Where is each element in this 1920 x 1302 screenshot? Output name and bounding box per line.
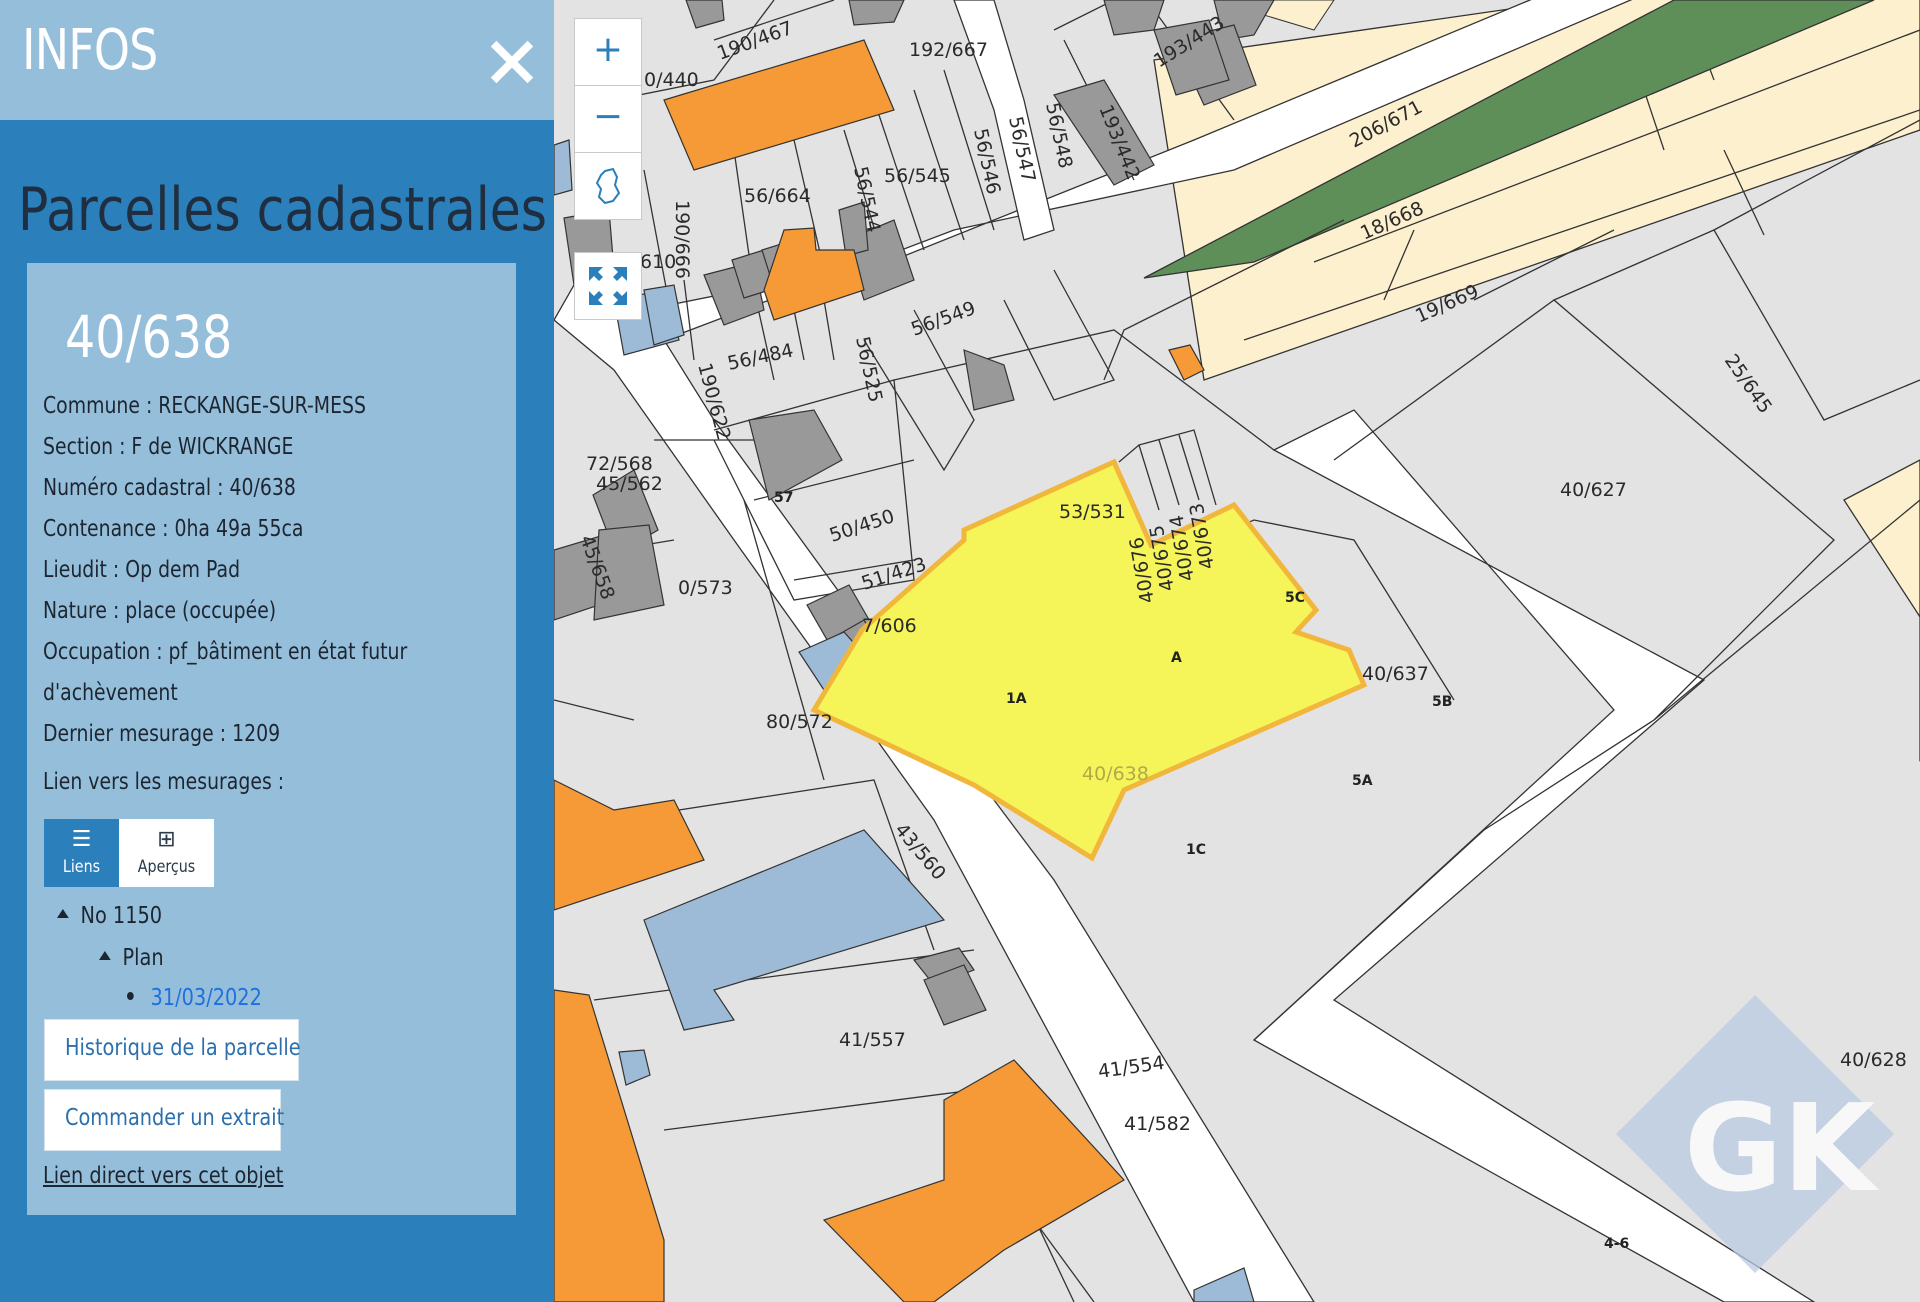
zoom-out-button[interactable]: − (574, 85, 642, 153)
attr-occupation: Occupation : pf_bâtiment en état futur (43, 639, 408, 665)
parcel-label: 40/628 (1840, 1049, 1907, 1071)
caret-up-icon (99, 951, 111, 960)
tab-apercus[interactable]: ⊞ Aperçus (119, 819, 214, 887)
attr-section: Section : F de WICKRANGE (43, 434, 294, 460)
parcel-label: 72/568 (586, 453, 653, 475)
parcel-label: 7/606 (862, 615, 917, 637)
parcel-label: 610 (640, 251, 676, 273)
parcel-label: 0/573 (678, 577, 733, 599)
house-number: 1C (1186, 842, 1206, 858)
attr-commune: Commune : RECKANGE-SUR-MESS (43, 393, 366, 419)
caret-up-icon (57, 909, 69, 918)
parcel-label: 45/562 (596, 473, 663, 495)
attr-nature: Nature : place (occupée) (43, 598, 277, 624)
close-icon[interactable] (484, 34, 540, 90)
tree-node-no1150[interactable]: No 1150 (57, 903, 162, 929)
tree-node-label: No 1150 (80, 903, 163, 929)
tab-apercus-label: Aperçus (137, 857, 196, 877)
attr-lieudit: Lieudit : Op dem Pad (43, 557, 241, 583)
fullscreen-icon (589, 267, 627, 305)
parcel-label: 53/531 (1059, 501, 1126, 523)
bullet-icon (127, 991, 134, 1000)
view-toggle: ☰ Liens ⊞ Aperçus (44, 819, 214, 887)
parcel-label: 0/440 (644, 69, 699, 91)
map-canvas[interactable]: 190/467 192/667 0/440 193/443 56/664 56/… (554, 0, 1920, 1302)
watermark-text: GK (1684, 1080, 1879, 1219)
panel-header: INFOS (0, 0, 554, 120)
parcel-card: 40/638 Commune : RECKANGE-SUR-MESS Secti… (27, 263, 516, 1215)
plus-icon: + (592, 29, 624, 70)
section-title: Parcelles cadastrales (18, 175, 548, 245)
fullscreen-button[interactable] (574, 252, 642, 320)
attr-dernier-mesurage: Dernier mesurage : 1209 (43, 721, 281, 747)
house-number: A (1171, 650, 1182, 666)
house-number: 57 (774, 490, 793, 506)
attr-occupation-cont: d'achèvement (43, 680, 178, 706)
parcel-label: 56/545 (884, 165, 951, 187)
tree-node-plan[interactable]: Plan (99, 945, 164, 971)
house-number: 5C (1285, 590, 1305, 606)
country-outline-icon (595, 167, 621, 205)
attr-lien-mesurages: Lien vers les mesurages : (43, 769, 285, 795)
tab-liens[interactable]: ☰ Liens (44, 819, 119, 887)
tab-liens-label: Liens (62, 857, 101, 877)
parcel-label: 40/638 (1082, 763, 1149, 785)
attr-contenance: Contenance : 0ha 49a 55ca (43, 516, 304, 542)
house-number: 4-6 (1604, 1236, 1629, 1252)
parcel-label: 56/664 (744, 185, 811, 207)
house-number: 5A (1352, 773, 1373, 789)
grid-icon: ⊞ (157, 827, 176, 852)
building-blue[interactable] (554, 139, 573, 196)
house-number: 1A (1006, 691, 1027, 707)
parcel-label: 40/627 (1560, 479, 1627, 501)
measure-date-link[interactable]: 31/03/2022 (151, 985, 262, 1011)
parcel-label: 41/582 (1124, 1113, 1191, 1135)
cadastral-map[interactable]: 190/467 192/667 0/440 193/443 56/664 56/… (554, 0, 1920, 1302)
parcel-label: 192/667 (909, 39, 988, 61)
tree-node-label: Plan (122, 945, 164, 971)
parcel-label: 41/557 (839, 1029, 906, 1051)
zoom-in-button[interactable]: + (574, 18, 642, 86)
zoom-to-country-button[interactable] (574, 152, 642, 220)
tree-leaf-date: 31/03/2022 (127, 985, 262, 1011)
parcel-id: 40/638 (65, 303, 233, 371)
order-extract-button-label: Commander un extrait (65, 1105, 285, 1131)
parcel-label: 80/572 (766, 711, 833, 733)
house-number: 5B (1432, 694, 1452, 710)
minus-icon: − (592, 96, 624, 137)
list-icon: ☰ (71, 827, 92, 852)
attr-numero: Numéro cadastral : 40/638 (43, 475, 296, 501)
history-button-label: Historique de la parcelle (65, 1035, 301, 1061)
history-button[interactable]: Historique de la parcelle (44, 1019, 301, 1081)
info-panel: INFOS Parcelles cadastrales 40/638 Commu… (0, 0, 554, 1302)
parcel-label: 40/637 (1362, 663, 1429, 685)
order-extract-button[interactable]: Commander un extrait (44, 1089, 285, 1151)
direct-link[interactable]: Lien direct vers cet objet (43, 1163, 283, 1189)
panel-title: INFOS (22, 18, 158, 83)
